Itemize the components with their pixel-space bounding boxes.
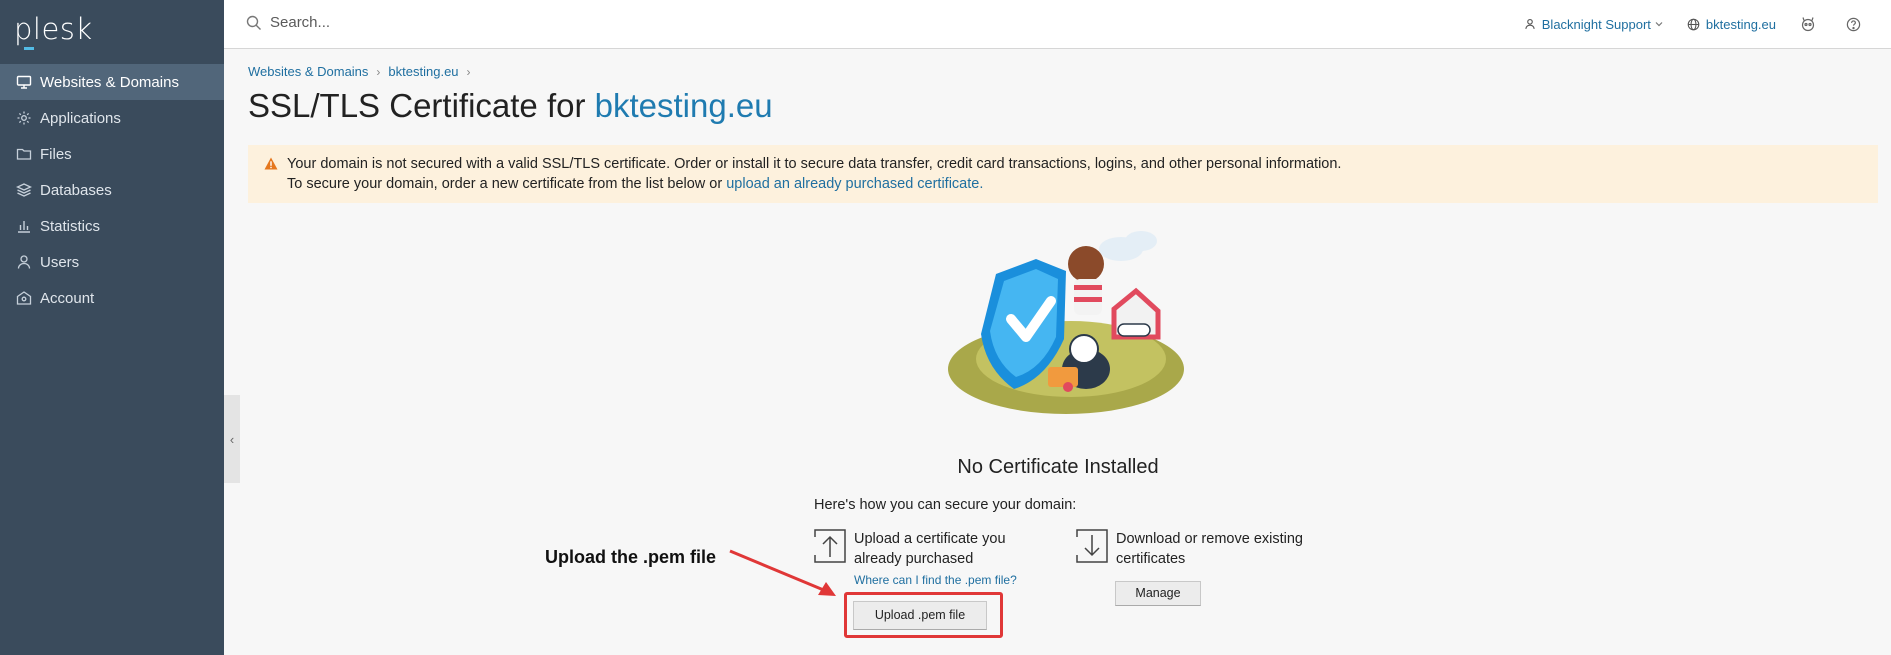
user-menu-label: Blacknight Support	[1541, 16, 1651, 32]
warning-alert: Your domain is not secured with a valid …	[248, 145, 1878, 203]
sidebar-item-label: Account	[40, 289, 95, 307]
alert-line-2: To secure your domain, order a new certi…	[287, 174, 1862, 194]
search-box	[246, 14, 570, 31]
domain-selector[interactable]: bktesting.eu	[1687, 17, 1776, 32]
page-title-prefix: SSL/TLS Certificate for	[248, 87, 595, 124]
feedback-button[interactable]	[1800, 16, 1822, 32]
security-illustration	[948, 231, 1184, 414]
annotation-highlight-box	[844, 592, 1003, 638]
help-icon	[1846, 17, 1861, 31]
gear-icon	[17, 111, 31, 125]
search-icon	[246, 15, 261, 30]
sidebar-item-account[interactable]: Account	[0, 280, 224, 316]
logo-text: plesk	[14, 12, 93, 46]
sidebar-collapse-handle[interactable]: ‹	[224, 395, 240, 483]
sidebar-item-websites-domains[interactable]: Websites & Domains	[0, 64, 224, 100]
pem-help-link[interactable]: Where can I find the .pem file?	[854, 573, 1017, 587]
sidebar-item-statistics[interactable]: Statistics	[0, 208, 224, 244]
domain-selector-label: bktesting.eu	[1705, 16, 1776, 32]
sidebar-item-label: Applications	[40, 109, 121, 127]
upload-certificate-link[interactable]: upload an already purchased certificate.	[726, 176, 983, 192]
annotation-label: Upload the .pem file	[545, 547, 717, 567]
breadcrumb-item-domain[interactable]: bktesting.eu	[388, 64, 458, 79]
chevron-right-icon: ›	[466, 64, 471, 79]
alert-line-1: Your domain is not secured with a valid …	[287, 156, 1342, 172]
monitor-icon	[16, 75, 32, 89]
sidebar-item-users[interactable]: Users	[0, 244, 224, 280]
user-menu[interactable]: Blacknight Support	[1524, 17, 1663, 32]
sidebar-item-label: Websites & Domains	[40, 73, 179, 91]
top-bar: Blacknight Support bktesting.eu	[224, 0, 1891, 49]
download-icon	[1076, 529, 1108, 563]
folder-icon	[16, 148, 32, 160]
logo-accent-bar	[24, 47, 34, 50]
sidebar-item-files[interactable]: Files	[0, 136, 224, 172]
chevron-left-icon: ‹	[229, 431, 235, 447]
sidebar-item-label: Files	[40, 145, 72, 163]
database-layers-icon	[16, 183, 32, 197]
sidebar-item-applications[interactable]: Applications	[0, 100, 224, 136]
alert-line-2-text: To secure your domain, order a new certi…	[287, 176, 727, 192]
warning-icon	[264, 157, 278, 170]
search-input[interactable]	[270, 14, 570, 31]
help-button[interactable]	[1846, 17, 1867, 32]
sidebar-item-label: Databases	[40, 181, 112, 199]
chevron-right-icon: ›	[376, 64, 381, 79]
sidebar: plesk Websites & Domains Applications Fi…	[0, 0, 224, 655]
user-icon	[1525, 18, 1535, 29]
page-title-domain: bktesting.eu	[594, 87, 773, 124]
annotation-arrow	[729, 549, 836, 596]
plesk-logo[interactable]: plesk	[14, 12, 93, 50]
sidebar-item-label: Users	[40, 253, 80, 271]
breadcrumb: Websites & Domains › bktesting.eu ›	[248, 64, 479, 79]
bar-chart-icon	[18, 221, 30, 233]
mascot-icon	[1801, 17, 1815, 32]
manage-button[interactable]: Manage	[1115, 581, 1201, 606]
user-icon	[17, 255, 31, 269]
breadcrumb-item-websites-domains[interactable]: Websites & Domains	[248, 64, 368, 79]
page-title: SSL/TLS Certificate for bktesting.eu	[248, 87, 773, 125]
manage-option-text: Download or remove existing certificates	[1116, 531, 1303, 567]
upload-option-text: Upload a certificate you already purchas…	[854, 531, 1006, 567]
no-certificate-heading: No Certificate Installed	[957, 456, 1159, 478]
sidebar-item-databases[interactable]: Databases	[0, 172, 224, 208]
sidebar-nav: Websites & Domains Applications Files Da…	[0, 64, 224, 316]
globe-icon	[1687, 18, 1700, 30]
chevron-down-icon	[1655, 22, 1663, 27]
top-right-menu: Blacknight Support bktesting.eu	[1524, 0, 1891, 48]
account-icon	[16, 291, 32, 305]
howto-text: Here's how you can secure your domain:	[814, 497, 1077, 513]
sidebar-item-label: Statistics	[40, 217, 101, 235]
